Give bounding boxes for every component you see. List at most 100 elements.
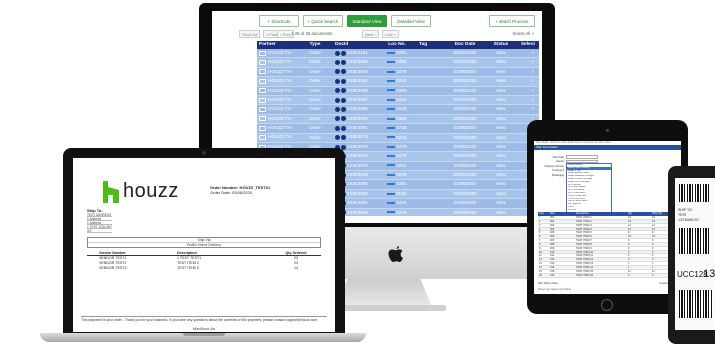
cell-select[interactable]: ✓ — [515, 77, 539, 85]
doc-actions-icon[interactable] — [335, 97, 346, 103]
table-row[interactable]: HOUZZ-TH Order 2X503096 0489 03/06/2020 New ✓ — [257, 58, 539, 68]
envelope-icon[interactable] — [259, 116, 266, 122]
grid-header: Partner Type DocId Loc No. Tag Doc Date … — [257, 41, 539, 49]
envelope-icon[interactable] — [259, 97, 266, 103]
col-header-select[interactable]: Select — [515, 41, 539, 49]
cell-text: HOUZZ-TH — [268, 125, 292, 131]
col-header-loc[interactable]: Loc No. — [377, 41, 417, 49]
envelope-icon[interactable] — [259, 69, 266, 75]
cell-select[interactable]: ✓ — [515, 58, 539, 66]
cell-status: New — [487, 143, 515, 151]
cell-select[interactable]: ✓ — [515, 49, 539, 57]
cell-text: New — [496, 78, 506, 84]
doc-actions-icon[interactable] — [335, 107, 346, 113]
cell-status: New — [487, 105, 515, 113]
cell-desc: TEST ITEM 4 — [576, 227, 592, 231]
cell-text: New — [496, 209, 506, 215]
doc-actions-icon[interactable] — [335, 88, 346, 94]
doc-actions-icon[interactable] — [335, 60, 346, 66]
tablet-home-button[interactable] — [601, 299, 613, 311]
last-page-button[interactable]: Last » — [382, 30, 399, 38]
cell-docid[interactable]: 2X503089 — [333, 87, 377, 95]
ship-via-value: FedEx Home Delivery — [186, 242, 222, 247]
select-check-icon[interactable]: ✓ — [531, 50, 535, 55]
apple-logo-icon — [388, 246, 403, 262]
envelope-icon[interactable] — [259, 135, 266, 141]
imac-stand — [336, 279, 432, 307]
select-all-checkbox-icon[interactable]: ✓ — [531, 31, 535, 36]
doc-actions-icon[interactable] — [335, 135, 346, 141]
select-check-icon[interactable]: ✓ — [531, 78, 535, 83]
cell-docid[interactable]: 2X503087 — [333, 96, 377, 104]
select-check-icon[interactable]: ✓ — [531, 106, 535, 111]
ship-date-input[interactable] — [566, 155, 598, 159]
cell-docid[interactable]: 2X503096 — [333, 58, 377, 66]
cell-select[interactable]: ✓ — [515, 87, 539, 95]
cell-loc: 1004 — [377, 96, 417, 104]
cell-docid[interactable]: 2X503085 — [333, 105, 377, 113]
table-row[interactable]: HOUZZ-TH Order 2X503085 0540 03/06/2020 New ✓ — [257, 105, 539, 115]
doc-actions-icon[interactable] — [335, 69, 346, 75]
doc-actions-icon[interactable] — [335, 125, 346, 131]
cell-date: 03/06/2020 — [443, 143, 487, 151]
cell-text: 2X503074 — [347, 153, 368, 159]
cell-select[interactable]: ✓ — [515, 105, 539, 113]
col-header-partner[interactable]: Partner — [257, 41, 297, 49]
doc-actions-icon[interactable] — [335, 78, 346, 84]
show-all-button[interactable]: Show All — [239, 30, 261, 38]
shipping-service-dropdown[interactable]: FedEx Ground FedEx Home Delivery FedEx 2 D… — [566, 163, 612, 213]
cell-text: 03/06/2020 — [453, 87, 477, 93]
cell-date: 03/06/2020 — [443, 124, 487, 132]
table-row[interactable]: HOUZZ-TH Order 2X503101 0291 03/06/2020 New ✓ — [257, 49, 539, 59]
cell-tag — [417, 171, 443, 179]
select-check-icon[interactable]: ✓ — [531, 97, 535, 102]
table-row[interactable]: HOUZZ-TH Order 2X503091 0224 03/06/2020 New ✓ — [257, 77, 539, 87]
cell-text: New — [496, 50, 506, 55]
table-row[interactable]: HOUZZ-TH Order 2X503094 1075 03/06/2020 New ✓ — [257, 67, 539, 78]
cell-line: 8 — [539, 242, 541, 246]
col-header-tag[interactable]: Tag — [417, 41, 443, 49]
table-row[interactable]: HOUZZ-THOrder2X503079020303/06/2020New✓ — [257, 133, 539, 143]
table-row[interactable]: HOUZZ-TH Order 2X503089 0263 03/06/2020 New ✓ — [257, 86, 539, 96]
phone-screen: SHIP TO: TEST 123 MAIN ST UCC128 130 — [675, 178, 715, 330]
select-check-icon[interactable]: ✓ — [531, 69, 535, 74]
table-row[interactable]: HOUZZ-TH Order 2X503084 0309 03/06/2020 New ✓ — [257, 114, 539, 125]
col-header-type[interactable]: Type — [297, 41, 333, 49]
label-line: 123 MAIN ST — [678, 218, 700, 222]
select-check-icon[interactable]: ✓ — [531, 88, 535, 93]
next-page-button[interactable]: Next › — [362, 30, 379, 38]
cell-desc: TEST ITEM 16 — [576, 273, 594, 277]
batch-process-button[interactable]: + Batch Process — [489, 15, 535, 27]
cell-docid[interactable]: 2X503079 — [333, 134, 377, 142]
envelope-icon[interactable] — [259, 125, 266, 131]
cell-select[interactable]: ✓ — [515, 68, 539, 76]
select-check-icon[interactable]: ✓ — [531, 59, 535, 64]
envelope-icon[interactable] — [259, 78, 266, 84]
col-header-docid[interactable]: DocId — [333, 41, 377, 49]
doc-actions-icon[interactable] — [335, 50, 346, 56]
cell-docid[interactable]: 2X503084 — [333, 115, 377, 123]
envelope-icon[interactable] — [259, 60, 266, 66]
standard-view-tab[interactable]: Standard View — [347, 15, 387, 27]
select-all-link[interactable]: Select All ✓ — [513, 31, 536, 37]
envelope-icon[interactable] — [259, 107, 266, 113]
envelope-icon[interactable] — [259, 88, 266, 94]
envelope-icon[interactable] — [259, 50, 266, 56]
shortcuts-button[interactable]: + Shortcuts — [259, 15, 299, 27]
cell-docid[interactable]: 2X503081 — [333, 124, 377, 132]
cell-text: 03/06/2020 — [453, 153, 477, 159]
col-header-status[interactable]: Status — [487, 41, 515, 49]
table-row[interactable]: HOUZZ-TH Order 2X503087 1004 03/06/2020 New ✓ — [257, 95, 539, 106]
cell-docid[interactable]: 2X503101 — [333, 49, 377, 57]
cell-qty: 6 — [628, 239, 630, 243]
doc-actions-icon[interactable] — [335, 116, 346, 122]
col-header-date[interactable]: Doc Date — [443, 41, 487, 49]
cell-text: 03/06/2020 — [453, 209, 477, 215]
quick-search-button[interactable]: + Quick Search — [303, 15, 343, 27]
cell-docid[interactable]: 2X503094 — [333, 68, 377, 76]
cell-docid[interactable]: 2X503091 — [333, 77, 377, 85]
cell-partner: HOUZZ-TH — [257, 87, 297, 95]
cell-select[interactable]: ✓ — [515, 96, 539, 104]
detailed-view-tab[interactable]: Detailed View — [391, 15, 431, 27]
table-row[interactable]: HOUZZ-THOrder2X503081073803/06/2020New✓ — [257, 124, 539, 134]
